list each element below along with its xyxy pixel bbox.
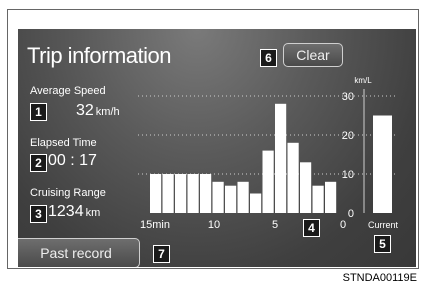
y-tick-label: 30	[342, 91, 354, 103]
x-tick-label: 15min	[140, 219, 170, 231]
history-bar	[212, 181, 224, 213]
y-tick-label: 0	[348, 208, 354, 220]
history-bar	[175, 174, 187, 213]
history-bar	[312, 185, 324, 213]
callout-5: 5	[374, 235, 391, 253]
x-tick-label: 10	[208, 219, 220, 231]
x-tick-label: 5	[272, 219, 278, 231]
history-bar	[237, 181, 249, 213]
history-bar	[287, 142, 299, 213]
trip-info-screen: Trip information Clear 6 Average Speed 1…	[18, 29, 416, 267]
current-label: Current	[368, 220, 399, 230]
history-bar	[262, 150, 274, 213]
history-bar	[325, 181, 337, 213]
history-bar	[200, 174, 212, 213]
history-bar	[187, 174, 199, 213]
unit-label: km/L	[354, 76, 372, 85]
history-bar	[250, 193, 262, 213]
fuel-consumption-chart: km/L30 20 10 0 15min 10 5 0 Current	[138, 76, 399, 231]
x-tick-label: 0	[340, 219, 346, 231]
y-tick-label: 20	[342, 130, 354, 142]
y-tick-label: 10	[342, 169, 354, 181]
history-bar	[275, 103, 287, 213]
history-bar	[150, 174, 162, 213]
callout-4: 4	[303, 219, 320, 237]
history-bar	[300, 162, 312, 213]
current-bar	[373, 115, 392, 213]
history-bar	[162, 174, 174, 213]
image-caption: STNDA00119E	[342, 272, 417, 284]
history-bar	[225, 185, 237, 213]
